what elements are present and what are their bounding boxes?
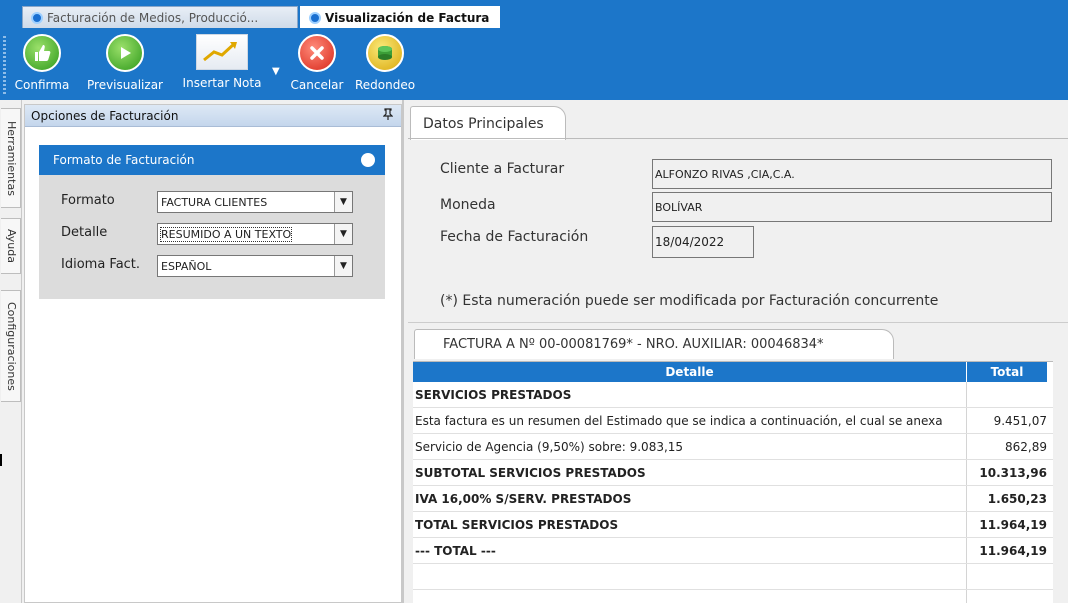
confirma-label: Confirma bbox=[14, 78, 70, 92]
detalle-value: RESUMIDO A UN TEXTO bbox=[159, 227, 293, 242]
moneda-label: Moneda bbox=[440, 197, 496, 213]
factura-main-panel: Datos Principales Cliente a Facturar ALF… bbox=[404, 100, 1068, 603]
tab-label: Visualización de Factura bbox=[325, 11, 490, 25]
cell-detalle: IVA 16,00% S/SERV. PRESTADOS bbox=[415, 492, 632, 506]
cell-detalle: SUBTOTAL SERVICIOS PRESTADOS bbox=[415, 466, 646, 480]
table-row[interactable]: TOTAL SERVICIOS PRESTADOS 11.964,19 bbox=[413, 512, 1053, 538]
close-icon bbox=[298, 34, 336, 72]
splitter-mark bbox=[0, 454, 2, 466]
idioma-value: ESPAÑOL bbox=[161, 260, 212, 273]
tab-visualizacion-factura[interactable]: Visualización de Factura bbox=[300, 6, 500, 28]
insertar-nota-dropdown-icon[interactable]: ▼ bbox=[272, 66, 280, 77]
detalle-label: Detalle bbox=[61, 225, 108, 240]
moneda-value: BOLÍVAR bbox=[655, 201, 703, 214]
formato-label: Formato bbox=[61, 193, 115, 208]
table-row[interactable]: SUBTOTAL SERVICIOS PRESTADOS 10.313,96 bbox=[413, 460, 1053, 486]
panel-header: Opciones de Facturación bbox=[25, 105, 401, 127]
insertar-nota-label: Insertar Nota bbox=[182, 76, 262, 90]
factura-grid: Detalle Total SERVICIOS PRESTADOS Esta f… bbox=[413, 361, 1053, 603]
table-row[interactable]: Esta factura es un resumen del Estimado … bbox=[413, 408, 1053, 434]
side-tab-label: Configuraciones bbox=[5, 301, 18, 391]
redondeo-button[interactable]: Redondeo bbox=[352, 34, 418, 92]
panel-title: Opciones de Facturación bbox=[31, 109, 179, 123]
cancelar-label: Cancelar bbox=[290, 78, 344, 92]
table-row[interactable]: --- TOTAL --- 11.964,19 bbox=[413, 538, 1053, 564]
col-header-detalle[interactable]: Detalle bbox=[413, 362, 966, 382]
chevron-down-icon[interactable]: ▼ bbox=[334, 192, 352, 212]
table-row[interactable]: SERVICIOS PRESTADOS bbox=[413, 382, 1053, 408]
cell-detalle: Servicio de Agencia (9,50%) sobre: 9.083… bbox=[415, 440, 684, 454]
idioma-label: Idioma Fact. bbox=[61, 257, 141, 272]
pin-icon[interactable] bbox=[382, 105, 394, 127]
moneda-field: BOLÍVAR bbox=[652, 192, 1052, 222]
toolbar: Confirma Previsualizar Insertar Nota ▼ C… bbox=[0, 28, 1068, 100]
cell-total: 10.313,96 bbox=[979, 466, 1047, 480]
redondeo-label: Redondeo bbox=[354, 78, 416, 92]
collapse-toggle-icon[interactable] bbox=[361, 153, 375, 167]
factura-section: FACTURA A Nº 00-00081769* - NRO. AUXILIA… bbox=[408, 322, 1068, 603]
detalle-row: Detalle RESUMIDO A UN TEXTO ▼ bbox=[61, 223, 371, 245]
chevron-down-icon[interactable]: ▼ bbox=[334, 256, 352, 276]
numeracion-note: (*) Esta numeración puede ser modificada… bbox=[440, 293, 939, 309]
cancelar-button[interactable]: Cancelar bbox=[286, 34, 348, 92]
cell-total: 1.650,23 bbox=[987, 492, 1047, 506]
toolbar-grip[interactable] bbox=[3, 36, 6, 96]
tab-datos-principales[interactable]: Datos Principales bbox=[410, 106, 566, 140]
tab-label: FACTURA A Nº 00-00081769* - NRO. AUXILIA… bbox=[443, 337, 824, 352]
cell-total: 11.964,19 bbox=[979, 518, 1047, 532]
cliente-label: Cliente a Facturar bbox=[440, 161, 565, 177]
side-tab-bar: Herramientas Ayuda Configuraciones bbox=[0, 100, 22, 603]
chevron-down-icon[interactable]: ▼ bbox=[334, 224, 352, 244]
previsualizar-button[interactable]: Previsualizar bbox=[80, 34, 170, 92]
cell-total: 9.451,07 bbox=[993, 414, 1047, 428]
document-tab-strip: Facturación de Medios, Producció... Visu… bbox=[0, 0, 1068, 28]
chart-trend-icon bbox=[196, 34, 248, 70]
tab-label: Facturación de Medios, Producció... bbox=[47, 11, 259, 25]
cell-detalle: SERVICIOS PRESTADOS bbox=[415, 388, 572, 402]
coins-icon bbox=[366, 34, 404, 72]
cell-total: 11.964,19 bbox=[979, 544, 1047, 558]
grid-header: Detalle Total bbox=[413, 362, 1053, 382]
idioma-select[interactable]: ESPAÑOL ▼ bbox=[157, 255, 353, 277]
cell-detalle: --- TOTAL --- bbox=[415, 544, 496, 558]
play-icon bbox=[106, 34, 144, 72]
insertar-nota-button[interactable]: Insertar Nota bbox=[176, 34, 268, 90]
side-tab-configuraciones[interactable]: Configuraciones bbox=[1, 290, 21, 402]
cell-detalle: TOTAL SERVICIOS PRESTADOS bbox=[415, 518, 619, 532]
datos-principales-area: Cliente a Facturar ALFONZO RIVAS ,CIA,C.… bbox=[408, 138, 1068, 322]
confirma-button[interactable]: Confirma bbox=[10, 34, 74, 92]
cell-detalle: Esta factura es un resumen del Estimado … bbox=[415, 414, 943, 428]
fecha-label: Fecha de Facturación bbox=[440, 229, 589, 245]
app-window: Facturación de Medios, Producció... Visu… bbox=[0, 0, 1068, 603]
col-header-total[interactable]: Total bbox=[967, 362, 1047, 382]
cliente-field: ALFONZO RIVAS ,CIA,C.A. bbox=[652, 159, 1052, 189]
side-tab-ayuda[interactable]: Ayuda bbox=[1, 218, 21, 274]
formato-select[interactable]: FACTURA CLIENTES ▼ bbox=[157, 191, 353, 213]
cliente-value: ALFONZO RIVAS ,CIA,C.A. bbox=[655, 168, 795, 181]
formato-facturacion-card: Formato de Facturación Formato FACTURA C… bbox=[39, 145, 385, 299]
side-tab-herramientas[interactable]: Herramientas bbox=[1, 108, 21, 208]
tab-facturacion-medios[interactable]: Facturación de Medios, Producció... bbox=[22, 6, 298, 28]
tab-label: Datos Principales bbox=[423, 116, 544, 132]
app-logo-icon bbox=[31, 12, 43, 24]
fecha-field: 18/04/2022 bbox=[652, 226, 754, 258]
thumbs-up-icon bbox=[23, 34, 61, 72]
formato-row: Formato FACTURA CLIENTES ▼ bbox=[61, 191, 371, 213]
detalle-select[interactable]: RESUMIDO A UN TEXTO ▼ bbox=[157, 223, 353, 245]
side-tab-label: Ayuda bbox=[5, 229, 18, 263]
app-logo-icon bbox=[309, 12, 321, 24]
tab-factura[interactable]: FACTURA A Nº 00-00081769* - NRO. AUXILIA… bbox=[414, 329, 894, 359]
idioma-row: Idioma Fact. ESPAÑOL ▼ bbox=[61, 255, 371, 277]
table-row[interactable]: IVA 16,00% S/SERV. PRESTADOS 1.650,23 bbox=[413, 486, 1053, 512]
cell-total: 862,89 bbox=[1005, 440, 1047, 454]
formato-value: FACTURA CLIENTES bbox=[161, 196, 268, 209]
previsualizar-label: Previsualizar bbox=[87, 78, 163, 92]
table-row[interactable]: Servicio de Agencia (9,50%) sobre: 9.083… bbox=[413, 434, 1053, 460]
card-header: Formato de Facturación bbox=[39, 145, 385, 175]
opciones-facturacion-panel: Opciones de Facturación Formato de Factu… bbox=[24, 104, 402, 603]
fecha-value: 18/04/2022 bbox=[655, 235, 725, 249]
card-title: Formato de Facturación bbox=[53, 153, 195, 167]
side-tab-label: Herramientas bbox=[5, 120, 18, 196]
table-row[interactable] bbox=[413, 564, 1053, 590]
